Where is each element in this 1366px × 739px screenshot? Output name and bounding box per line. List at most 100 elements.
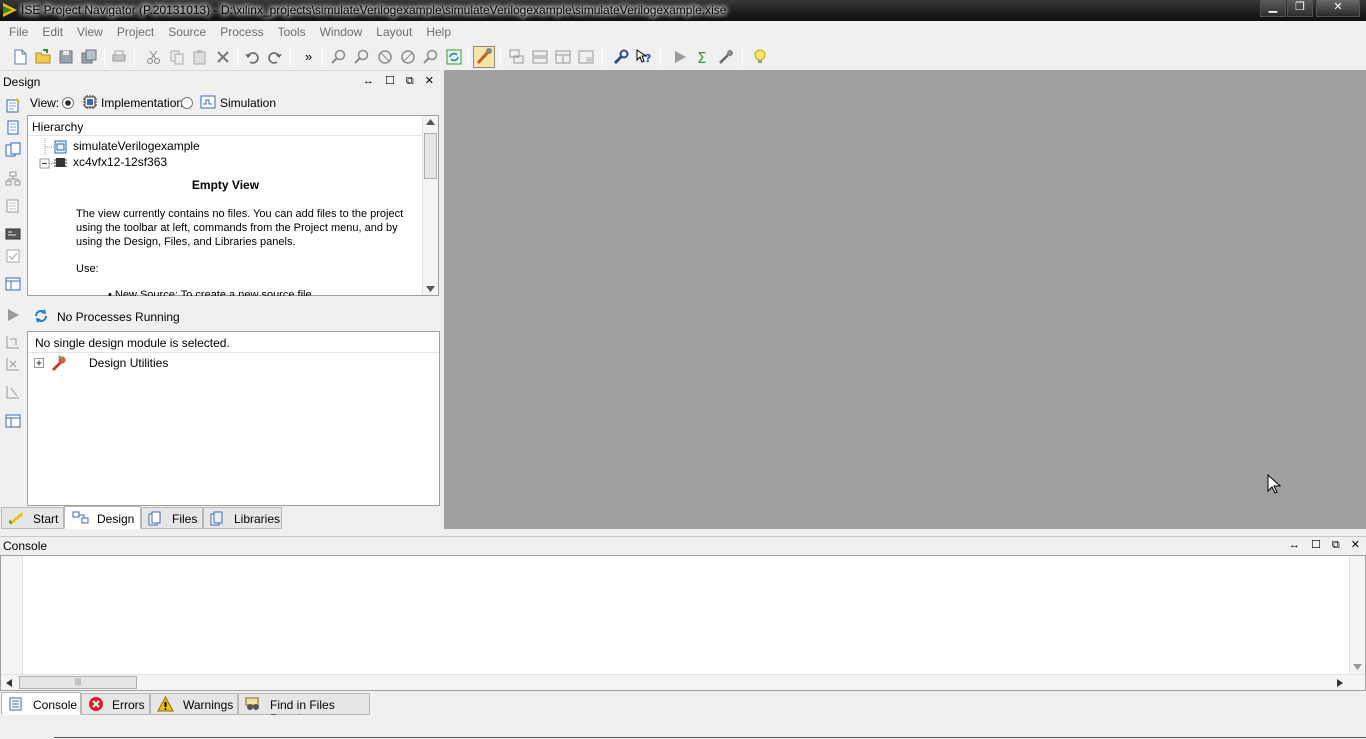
paste-icon[interactable] bbox=[191, 48, 209, 66]
project-file-icon bbox=[54, 140, 67, 154]
device-chip-icon bbox=[54, 158, 67, 167]
start-icon bbox=[9, 512, 23, 524]
empty-view-line3: using the Design, Files, and Libraries p… bbox=[76, 236, 296, 248]
empty-view-body: The view currently contains no files. Yo… bbox=[76, 207, 421, 249]
tab-design[interactable]: Design bbox=[64, 506, 141, 529]
find-binoculars-icon bbox=[245, 697, 259, 710]
implementation-label[interactable]: Implementation bbox=[101, 96, 183, 110]
run-icon[interactable] bbox=[671, 48, 689, 66]
redo-icon[interactable] bbox=[266, 48, 284, 66]
mouse-cursor-icon bbox=[1267, 474, 1281, 494]
horizontal-splitter[interactable] bbox=[0, 529, 1366, 535]
add-source-icon[interactable] bbox=[5, 120, 21, 136]
copy-icon[interactable] bbox=[168, 48, 186, 66]
menu-edit[interactable]: Edit bbox=[35, 21, 70, 43]
console-panel-controls[interactable]: ↔ ☐ ⧉ ✕ bbox=[1289, 538, 1364, 552]
cascade-windows-icon[interactable] bbox=[508, 48, 526, 66]
design-utilities-item[interactable]: Design Utilities bbox=[89, 356, 168, 370]
menu-view[interactable]: View bbox=[70, 21, 110, 43]
wrench-icon[interactable] bbox=[612, 48, 630, 66]
delete-icon[interactable] bbox=[214, 48, 232, 66]
zoom-full-icon[interactable] bbox=[376, 48, 394, 66]
status-bar bbox=[0, 715, 1366, 739]
run-process-icon[interactable] bbox=[5, 307, 21, 323]
menu-layout[interactable]: Layout bbox=[369, 21, 419, 43]
expand-plus-icon[interactable] bbox=[34, 358, 44, 368]
hierarchy-scroll-thumb[interactable] bbox=[424, 133, 437, 179]
source-properties-icon[interactable] bbox=[5, 226, 21, 242]
zoom-select-icon[interactable] bbox=[422, 48, 440, 66]
hierarchy-view-icon[interactable] bbox=[5, 171, 21, 187]
toolbar-overflow-button[interactable]: » bbox=[305, 49, 312, 64]
console-scroll-thumb[interactable]: ||| bbox=[19, 676, 137, 689]
menu-tools[interactable]: Tools bbox=[271, 21, 313, 43]
tile-horizontal-icon[interactable] bbox=[531, 48, 549, 66]
minimize-button[interactable]: ▁ bbox=[1260, 0, 1286, 17]
tab-start[interactable]: Start bbox=[1, 507, 64, 529]
hierarchy-vertical-scrollbar[interactable] bbox=[422, 116, 438, 295]
process-layout-icon[interactable] bbox=[5, 413, 21, 429]
tile-vertical-icon[interactable] bbox=[554, 48, 572, 66]
process-refresh-icon bbox=[35, 309, 47, 323]
simulation-radio[interactable] bbox=[181, 97, 193, 109]
menu-help[interactable]: Help bbox=[419, 21, 458, 43]
menu-project[interactable]: Project bbox=[110, 21, 161, 43]
scroll-down-arrow-icon[interactable] bbox=[426, 286, 435, 292]
panel-layout-icon[interactable] bbox=[5, 276, 21, 292]
zoom-fit-icon[interactable] bbox=[399, 48, 417, 66]
menu-file[interactable]: File bbox=[0, 21, 35, 43]
cut-icon[interactable] bbox=[145, 48, 163, 66]
ise-app-icon bbox=[3, 3, 17, 17]
console-scroll-right-icon[interactable] bbox=[1337, 679, 1343, 687]
console-panel-header: Console ↔ ☐ ⧉ ✕ bbox=[0, 536, 1366, 553]
open-source-icon[interactable] bbox=[5, 198, 21, 214]
zoom-out-icon[interactable] bbox=[353, 48, 371, 66]
tab-warnings[interactable]: Warnings bbox=[150, 693, 238, 715]
chipscope-icon[interactable] bbox=[717, 48, 735, 66]
new-file-icon[interactable] bbox=[11, 48, 29, 66]
refresh-icon[interactable] bbox=[445, 48, 463, 66]
summary-icon[interactable]: Σ bbox=[694, 48, 712, 66]
rerun-process-icon[interactable] bbox=[5, 334, 21, 350]
tab-libraries[interactable]: Libraries bbox=[203, 507, 282, 529]
add-copy-source-icon[interactable] bbox=[5, 142, 21, 158]
check-syntax-icon[interactable] bbox=[5, 248, 21, 264]
design-panel-controls[interactable]: ↔ ☐ ⧉ ✕ bbox=[363, 74, 438, 88]
menu-window[interactable]: Window bbox=[313, 21, 370, 43]
tree-project-item[interactable]: simulateVerilogexample bbox=[73, 139, 200, 153]
console-horizontal-scrollbar[interactable]: ||| bbox=[1, 674, 1365, 690]
context-help-icon[interactable]: ? bbox=[635, 48, 653, 66]
zoom-in-icon[interactable] bbox=[330, 48, 348, 66]
menu-process[interactable]: Process bbox=[213, 21, 270, 43]
view-label: View: bbox=[30, 96, 60, 110]
rerun-all-icon[interactable] bbox=[5, 356, 21, 372]
tab-find-in-files[interactable]: Find in Files Results bbox=[238, 693, 370, 726]
undo-icon[interactable] bbox=[243, 48, 261, 66]
new-source-icon[interactable] bbox=[5, 98, 21, 114]
tab-errors[interactable]: Errors bbox=[81, 693, 150, 715]
simulation-label[interactable]: Simulation bbox=[220, 96, 276, 110]
process-status-text: No Processes Running bbox=[57, 310, 180, 324]
menu-source[interactable]: Source bbox=[161, 21, 213, 43]
console-vertical-scrollbar[interactable] bbox=[1349, 556, 1365, 676]
console-output[interactable]: ||| bbox=[0, 555, 1366, 691]
design-goals-icon[interactable] bbox=[473, 46, 495, 68]
close-button[interactable]: ✕ bbox=[1316, 0, 1360, 17]
lightbulb-icon[interactable] bbox=[751, 48, 769, 66]
console-scroll-left-icon[interactable] bbox=[6, 679, 12, 687]
save-icon[interactable] bbox=[57, 48, 75, 66]
open-folder-icon[interactable] bbox=[34, 48, 52, 66]
implementation-radio[interactable] bbox=[62, 97, 74, 109]
save-all-icon[interactable] bbox=[80, 48, 98, 66]
scroll-up-arrow-icon[interactable] bbox=[426, 119, 435, 125]
print-icon[interactable] bbox=[110, 48, 128, 66]
empty-view-heading: Empty View bbox=[191, 178, 260, 192]
window-layout-icon[interactable] bbox=[577, 48, 595, 66]
console-scroll-down-icon[interactable] bbox=[1353, 664, 1362, 670]
tab-files[interactable]: Files bbox=[141, 507, 203, 529]
restore-button[interactable]: ❐ bbox=[1287, 0, 1313, 17]
tree-device-item[interactable]: xc4vfx12-12sf363 bbox=[73, 155, 167, 169]
stop-process-icon[interactable] bbox=[5, 384, 21, 400]
design-panel-title: Design bbox=[3, 75, 41, 89]
tab-console[interactable]: Console bbox=[1, 692, 81, 715]
